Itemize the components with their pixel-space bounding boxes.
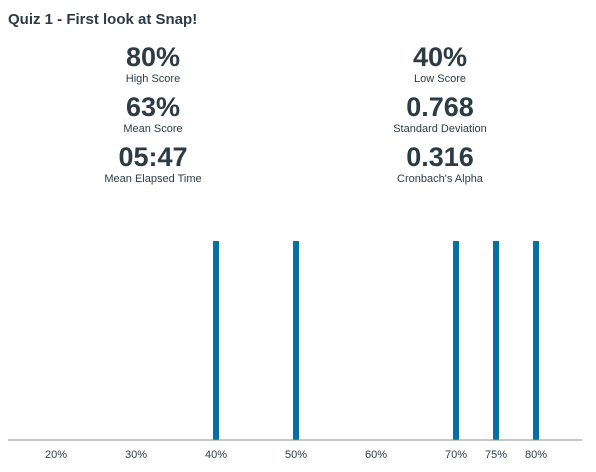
score-bar-80[interactable] xyxy=(533,241,539,440)
standard-deviation-value: 0.768 xyxy=(406,92,474,122)
low-score-stat: 40% Low Score xyxy=(340,42,540,86)
low-score-value: 40% xyxy=(412,42,468,72)
quiz-title: Quiz 1 - First look at Snap! xyxy=(8,11,198,28)
cronbachs-alpha-value: 0.316 xyxy=(406,142,474,172)
mean-elapsed-time-stat: 05:47 Mean Elapsed Time xyxy=(53,142,253,186)
cronbachs-alpha-label: Cronbach's Alpha xyxy=(397,173,483,185)
mean-score-stat: 63% Mean Score xyxy=(53,92,253,136)
high-score-stat: 80% High Score xyxy=(53,42,253,86)
x-tick-label: 70% xyxy=(445,449,467,461)
bars-layer xyxy=(213,241,539,440)
x-tick-label: 80% xyxy=(525,449,547,461)
mean-score-value: 63% xyxy=(125,92,181,122)
x-tick-label: 60% xyxy=(365,449,387,461)
x-tick-label: 20% xyxy=(45,449,67,461)
score-distribution-chart: 20% 30% 40% 50% 60% 70% 75% 80% xyxy=(0,220,596,472)
x-tick-label: 40% xyxy=(205,449,227,461)
score-distribution-svg: 20% 30% 40% 50% 60% 70% 75% 80% xyxy=(8,241,582,461)
mean-elapsed-time-label: Mean Elapsed Time xyxy=(104,173,202,185)
low-score-label: Low Score xyxy=(414,73,466,85)
high-score-label: High Score xyxy=(125,73,181,85)
score-bar-50[interactable] xyxy=(293,241,299,440)
mean-elapsed-time-value: 05:47 xyxy=(118,142,188,172)
high-score-value: 80% xyxy=(125,42,181,72)
x-tick-label: 75% xyxy=(485,449,507,461)
score-bar-70[interactable] xyxy=(453,241,459,440)
cronbachs-alpha-stat: 0.316 Cronbach's Alpha xyxy=(340,142,540,186)
standard-deviation-stat: 0.768 Standard Deviation xyxy=(340,92,540,136)
x-tick-label: 30% xyxy=(125,449,147,461)
x-tick-label: 50% xyxy=(285,449,307,461)
standard-deviation-label: Standard Deviation xyxy=(393,123,487,135)
mean-score-label: Mean Score xyxy=(123,123,183,135)
tick-labels-layer: 20% 30% 40% 50% 60% 70% 75% 80% xyxy=(45,449,547,461)
score-bar-40[interactable] xyxy=(213,241,219,440)
score-bar-75[interactable] xyxy=(493,241,499,440)
